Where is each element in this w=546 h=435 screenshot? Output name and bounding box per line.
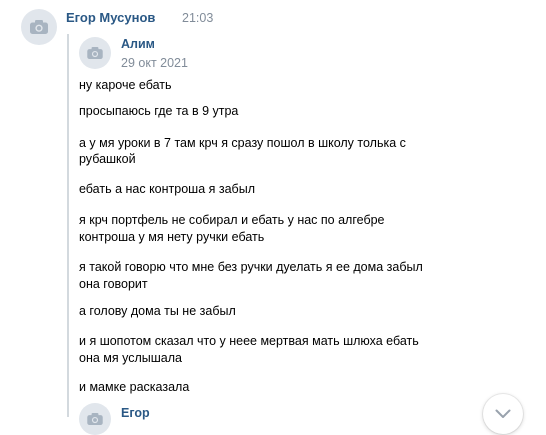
message-line: ебать а нас контроша я забыл bbox=[79, 182, 255, 196]
camera-icon bbox=[87, 47, 103, 59]
forwarded-author-name[interactable]: Алим bbox=[121, 37, 155, 51]
message-block: Егор Мусунов 21:03 Алим 29 окт 2021 ну к… bbox=[0, 0, 546, 435]
message-line: и я шопотом сказал что у неее мертвая ма… bbox=[79, 334, 419, 348]
message-line: просыпаюсь где та в 9 утра bbox=[79, 104, 239, 118]
forwarded-date[interactable]: 29 окт 2021 bbox=[121, 56, 188, 70]
forwarded-author-name[interactable]: Егор bbox=[121, 406, 150, 420]
forwarded-author-avatar[interactable] bbox=[79, 403, 111, 435]
chevron-down-icon bbox=[495, 409, 511, 418]
message-time[interactable]: 21:03 bbox=[182, 11, 213, 25]
message-line: а голову дома ты не забыл bbox=[79, 304, 236, 318]
message-line: она мя услышала bbox=[79, 351, 182, 365]
forwarded-author-avatar[interactable] bbox=[79, 37, 111, 69]
author-avatar[interactable] bbox=[21, 9, 57, 45]
message-line: ну кароче ебать bbox=[79, 78, 172, 92]
message-line: контроша у мя нету ручки ебать bbox=[79, 230, 265, 244]
message-line: и мамке расказала bbox=[79, 380, 190, 394]
camera-icon bbox=[30, 20, 48, 34]
message-line: я крч портфель не собирал и ебать у нас … bbox=[79, 213, 385, 227]
forwarded-quote-bar bbox=[67, 34, 69, 417]
author-name[interactable]: Егор Мусунов bbox=[66, 10, 155, 25]
camera-icon bbox=[87, 413, 103, 425]
message-line: она говорит bbox=[79, 277, 148, 291]
message-line: рубашкой bbox=[79, 152, 136, 166]
scroll-down-button[interactable] bbox=[483, 394, 523, 434]
message-line: я такой говорю что мне без ручки дуелать… bbox=[79, 260, 423, 274]
